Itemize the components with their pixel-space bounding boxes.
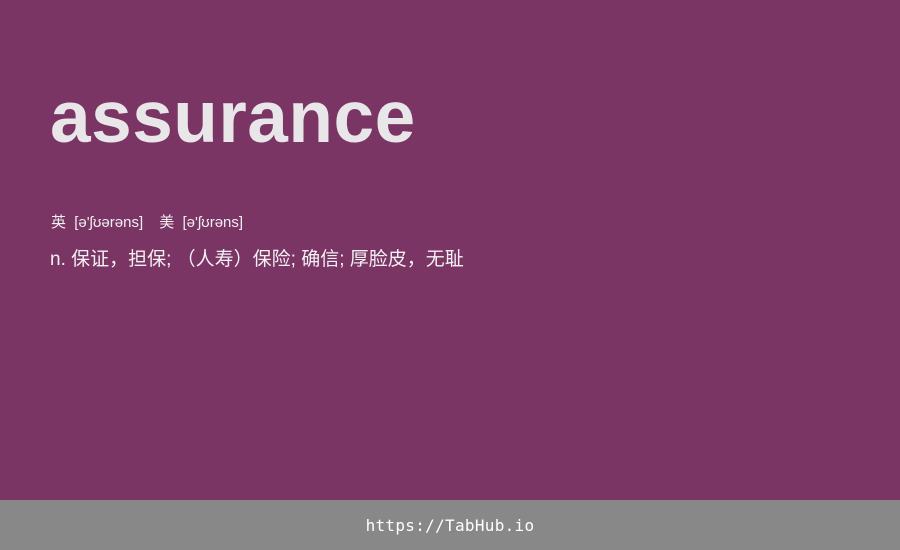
definition-text: n. 保证，担保; （人寿）保险; 确信; 厚脸皮，无耻 <box>50 249 464 270</box>
footer-link[interactable]: https://TabHub.io <box>366 516 535 535</box>
word-card: assurance 英 [ə'ʃʊərəns] 美 [ə'ʃʊrəns] n. … <box>0 0 900 500</box>
phonetic-us: 美 [ə'ʃʊrəns] <box>159 213 243 233</box>
phonetic-uk-ipa: [ə'ʃʊərəns] <box>74 214 144 231</box>
phonetic-us-ipa: [ə'ʃʊrəns] <box>182 214 244 231</box>
headword: assurance <box>50 77 416 158</box>
phonetic-uk: 英 [ə'ʃʊərəns] <box>51 213 143 233</box>
phonetics-row: 英 [ə'ʃʊərəns] 美 [ə'ʃʊrəns] <box>51 213 255 233</box>
phonetic-uk-region: 英 <box>51 214 67 231</box>
phonetic-us-region: 美 <box>159 214 175 231</box>
footer-bar: https://TabHub.io <box>0 500 900 550</box>
